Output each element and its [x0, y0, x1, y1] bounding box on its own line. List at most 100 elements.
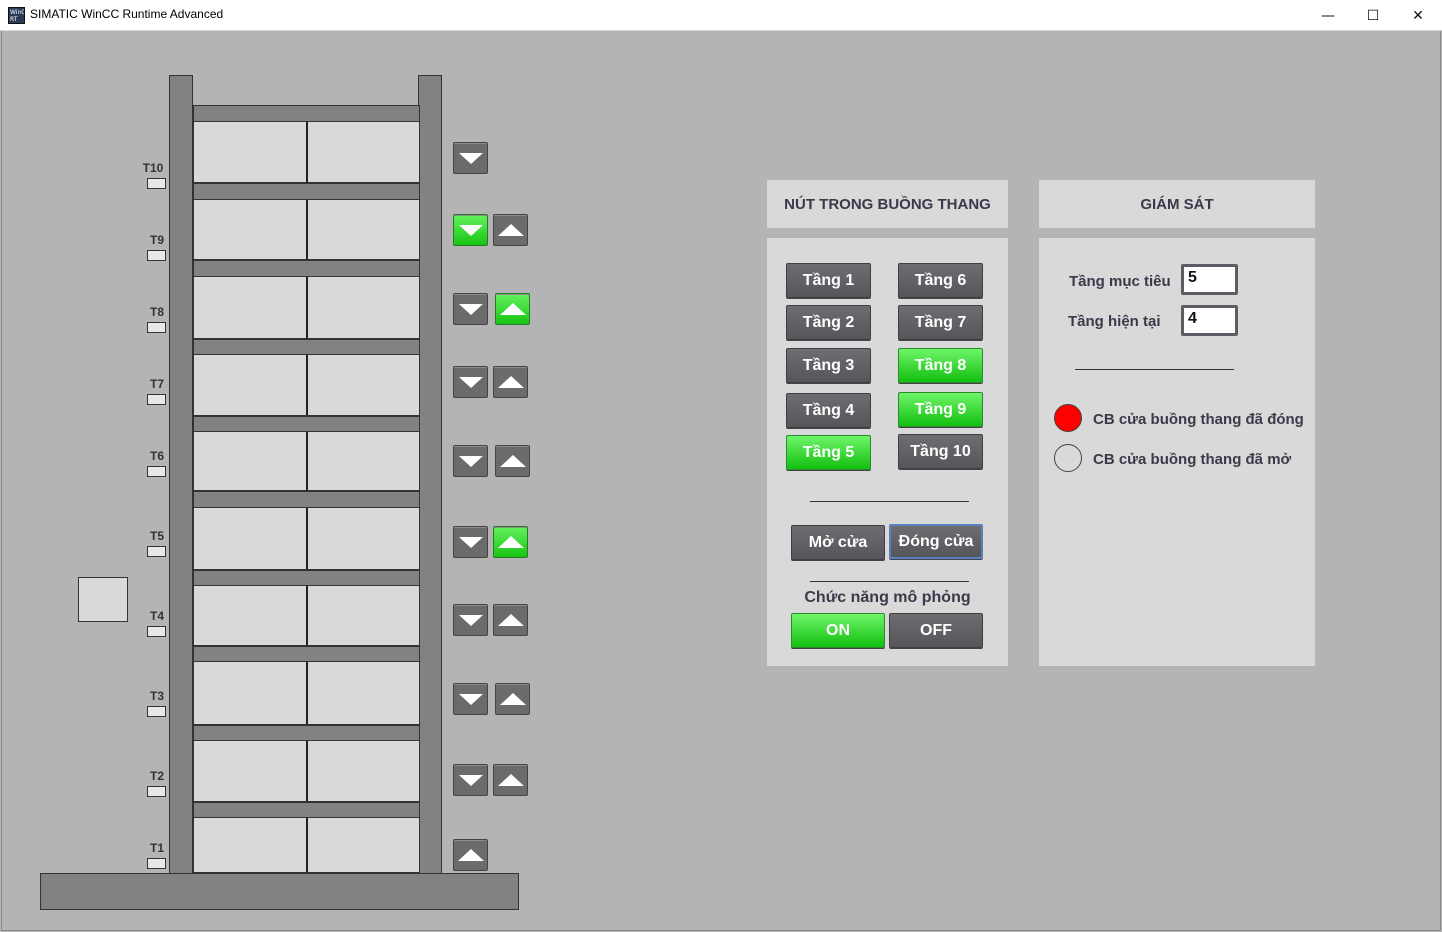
- floor-label-T3: T3: [149, 689, 164, 703]
- floor-lamp-T3: [147, 706, 166, 717]
- call-down-button-T8[interactable]: [453, 293, 488, 325]
- floor-lamp-T4: [147, 626, 166, 637]
- maximize-button[interactable]: ☐: [1350, 0, 1396, 31]
- call-down-button-T6[interactable]: [453, 445, 488, 477]
- floor-lamp-T5: [147, 546, 166, 557]
- arrow-up-icon: [499, 693, 526, 705]
- shaft-left-pillar: [169, 75, 193, 904]
- close-door-button[interactable]: Đóng cửa: [889, 524, 983, 559]
- arrow-up-icon: [457, 849, 484, 861]
- window-titlebar: WinCC RT SIMATIC WinCC Runtime Advanced …: [0, 0, 1442, 31]
- simulation-label: Chức năng mô phỏng: [804, 589, 971, 606]
- door-closed-lamp: [1054, 404, 1082, 432]
- cabin-panel-title: NÚT TRONG BUỒNG THANG: [767, 180, 1008, 228]
- shaft-floor-T4: [193, 585, 420, 646]
- shaft-floor-T2: [193, 740, 420, 802]
- divider: [1075, 369, 1234, 370]
- floor-label-T4: T4: [149, 609, 164, 623]
- shaft-floor-T6: [193, 431, 420, 491]
- arrow-up-icon: [497, 376, 524, 388]
- call-up-button-T7[interactable]: [493, 366, 528, 398]
- monitor-panel-title: GIÁM SÁT: [1039, 180, 1315, 228]
- floor-lamp-T7: [147, 394, 166, 405]
- call-down-button-T4[interactable]: [453, 604, 488, 636]
- arrow-up-icon: [497, 224, 524, 236]
- floor-button-8[interactable]: Tầng 8: [898, 348, 983, 383]
- arrow-down-icon: [458, 224, 483, 236]
- open-door-button[interactable]: Mở cửa: [791, 525, 885, 560]
- call-down-button-T2[interactable]: [453, 764, 488, 796]
- divider: [810, 581, 969, 582]
- call-up-button-T8[interactable]: [495, 293, 530, 325]
- arrow-up-icon: [497, 774, 524, 786]
- door-open-lamp: [1054, 444, 1082, 472]
- shaft-beam: [193, 260, 420, 277]
- floor-button-3[interactable]: Tầng 3: [786, 348, 871, 383]
- floor-label-T5: T5: [149, 529, 164, 543]
- window-title: SIMATIC WinCC Runtime Advanced: [30, 7, 224, 21]
- cabin-buttons-panel: Tầng 1 Tầng 2 Tầng 3 Tầng 4 Tầng 5 Tầng …: [767, 238, 1008, 666]
- floor-button-1[interactable]: Tầng 1: [786, 263, 871, 298]
- simulation-off-button[interactable]: OFF: [889, 613, 983, 648]
- arrow-down-icon: [458, 376, 483, 388]
- shaft-floor-T5: [193, 507, 420, 570]
- arrow-down-icon: [458, 774, 483, 786]
- floor-lamp-T1: [147, 858, 166, 869]
- call-up-button-T5[interactable]: [493, 526, 528, 558]
- shaft-floor-T3: [193, 661, 420, 725]
- call-up-button-T1[interactable]: [453, 839, 488, 871]
- door-open-label: CB cửa buồng thang đã mở: [1093, 451, 1292, 468]
- arrow-down-icon: [458, 536, 483, 548]
- floor-label-T8: T8: [149, 305, 164, 319]
- floor-lamp-T10: [147, 178, 166, 189]
- call-down-button-T5[interactable]: [453, 526, 488, 558]
- call-up-button-T4[interactable]: [493, 604, 528, 636]
- floor-button-9[interactable]: Tầng 9: [898, 392, 983, 427]
- arrow-up-icon: [499, 303, 526, 315]
- shaft-floor-T10: [193, 121, 420, 183]
- simulation-on-button[interactable]: ON: [791, 613, 885, 648]
- shaft-floor-T9: [193, 199, 420, 260]
- shaft-beam: [193, 491, 420, 508]
- floor-button-6[interactable]: Tầng 6: [898, 263, 983, 298]
- arrow-up-icon: [497, 536, 524, 548]
- call-down-button-T9[interactable]: [453, 214, 488, 246]
- call-down-button-T10[interactable]: [453, 142, 488, 174]
- floor-label-T7: T7: [149, 377, 164, 391]
- monitor-panel: Tầng mục tiêu 5 Tầng hiện tại 4 CB cửa b…: [1039, 238, 1315, 666]
- floor-label-T10: T10: [142, 161, 164, 175]
- floor-label-T9: T9: [149, 233, 164, 247]
- call-down-button-T3[interactable]: [453, 683, 488, 715]
- arrow-up-icon: [499, 455, 526, 467]
- runtime-screen: T10 T9 T8 T7 T6 T5 T4 T3 T2 T1 NÚT TRONG…: [1, 31, 1441, 931]
- close-button[interactable]: ✕: [1395, 0, 1441, 31]
- minimize-button[interactable]: —: [1305, 0, 1351, 31]
- floor-button-5[interactable]: Tầng 5: [786, 435, 871, 470]
- call-up-button-T6[interactable]: [495, 445, 530, 477]
- arrow-up-icon: [497, 614, 524, 626]
- divider: [810, 501, 969, 502]
- call-up-button-T2[interactable]: [493, 764, 528, 796]
- arrow-down-icon: [458, 614, 483, 626]
- floor-label-T1: T1: [149, 841, 164, 855]
- current-floor-label: Tầng hiện tại: [1068, 313, 1161, 330]
- arrow-down-icon: [458, 693, 483, 705]
- floor-button-10[interactable]: Tầng 10: [898, 434, 983, 469]
- shaft-beam: [193, 105, 420, 122]
- arrow-down-icon: [458, 303, 483, 315]
- floor-lamp-T9: [147, 250, 166, 261]
- door-closed-label: CB cửa buồng thang đã đóng: [1093, 411, 1304, 428]
- floor-lamp-T2: [147, 786, 166, 797]
- call-up-button-T9[interactable]: [493, 214, 528, 246]
- current-floor-field[interactable]: 4: [1181, 305, 1238, 336]
- shaft-floor-T1: [193, 817, 420, 873]
- floor-button-4[interactable]: Tầng 4: [786, 393, 871, 428]
- floor-lamp-T6: [147, 466, 166, 477]
- target-floor-field[interactable]: 5: [1181, 264, 1238, 295]
- shaft-right-pillar: [418, 75, 442, 904]
- wincc-app-icon: WinCC RT: [8, 7, 25, 24]
- call-down-button-T7[interactable]: [453, 366, 488, 398]
- call-up-button-T3[interactable]: [495, 683, 530, 715]
- floor-button-2[interactable]: Tầng 2: [786, 305, 871, 340]
- floor-button-7[interactable]: Tầng 7: [898, 305, 983, 340]
